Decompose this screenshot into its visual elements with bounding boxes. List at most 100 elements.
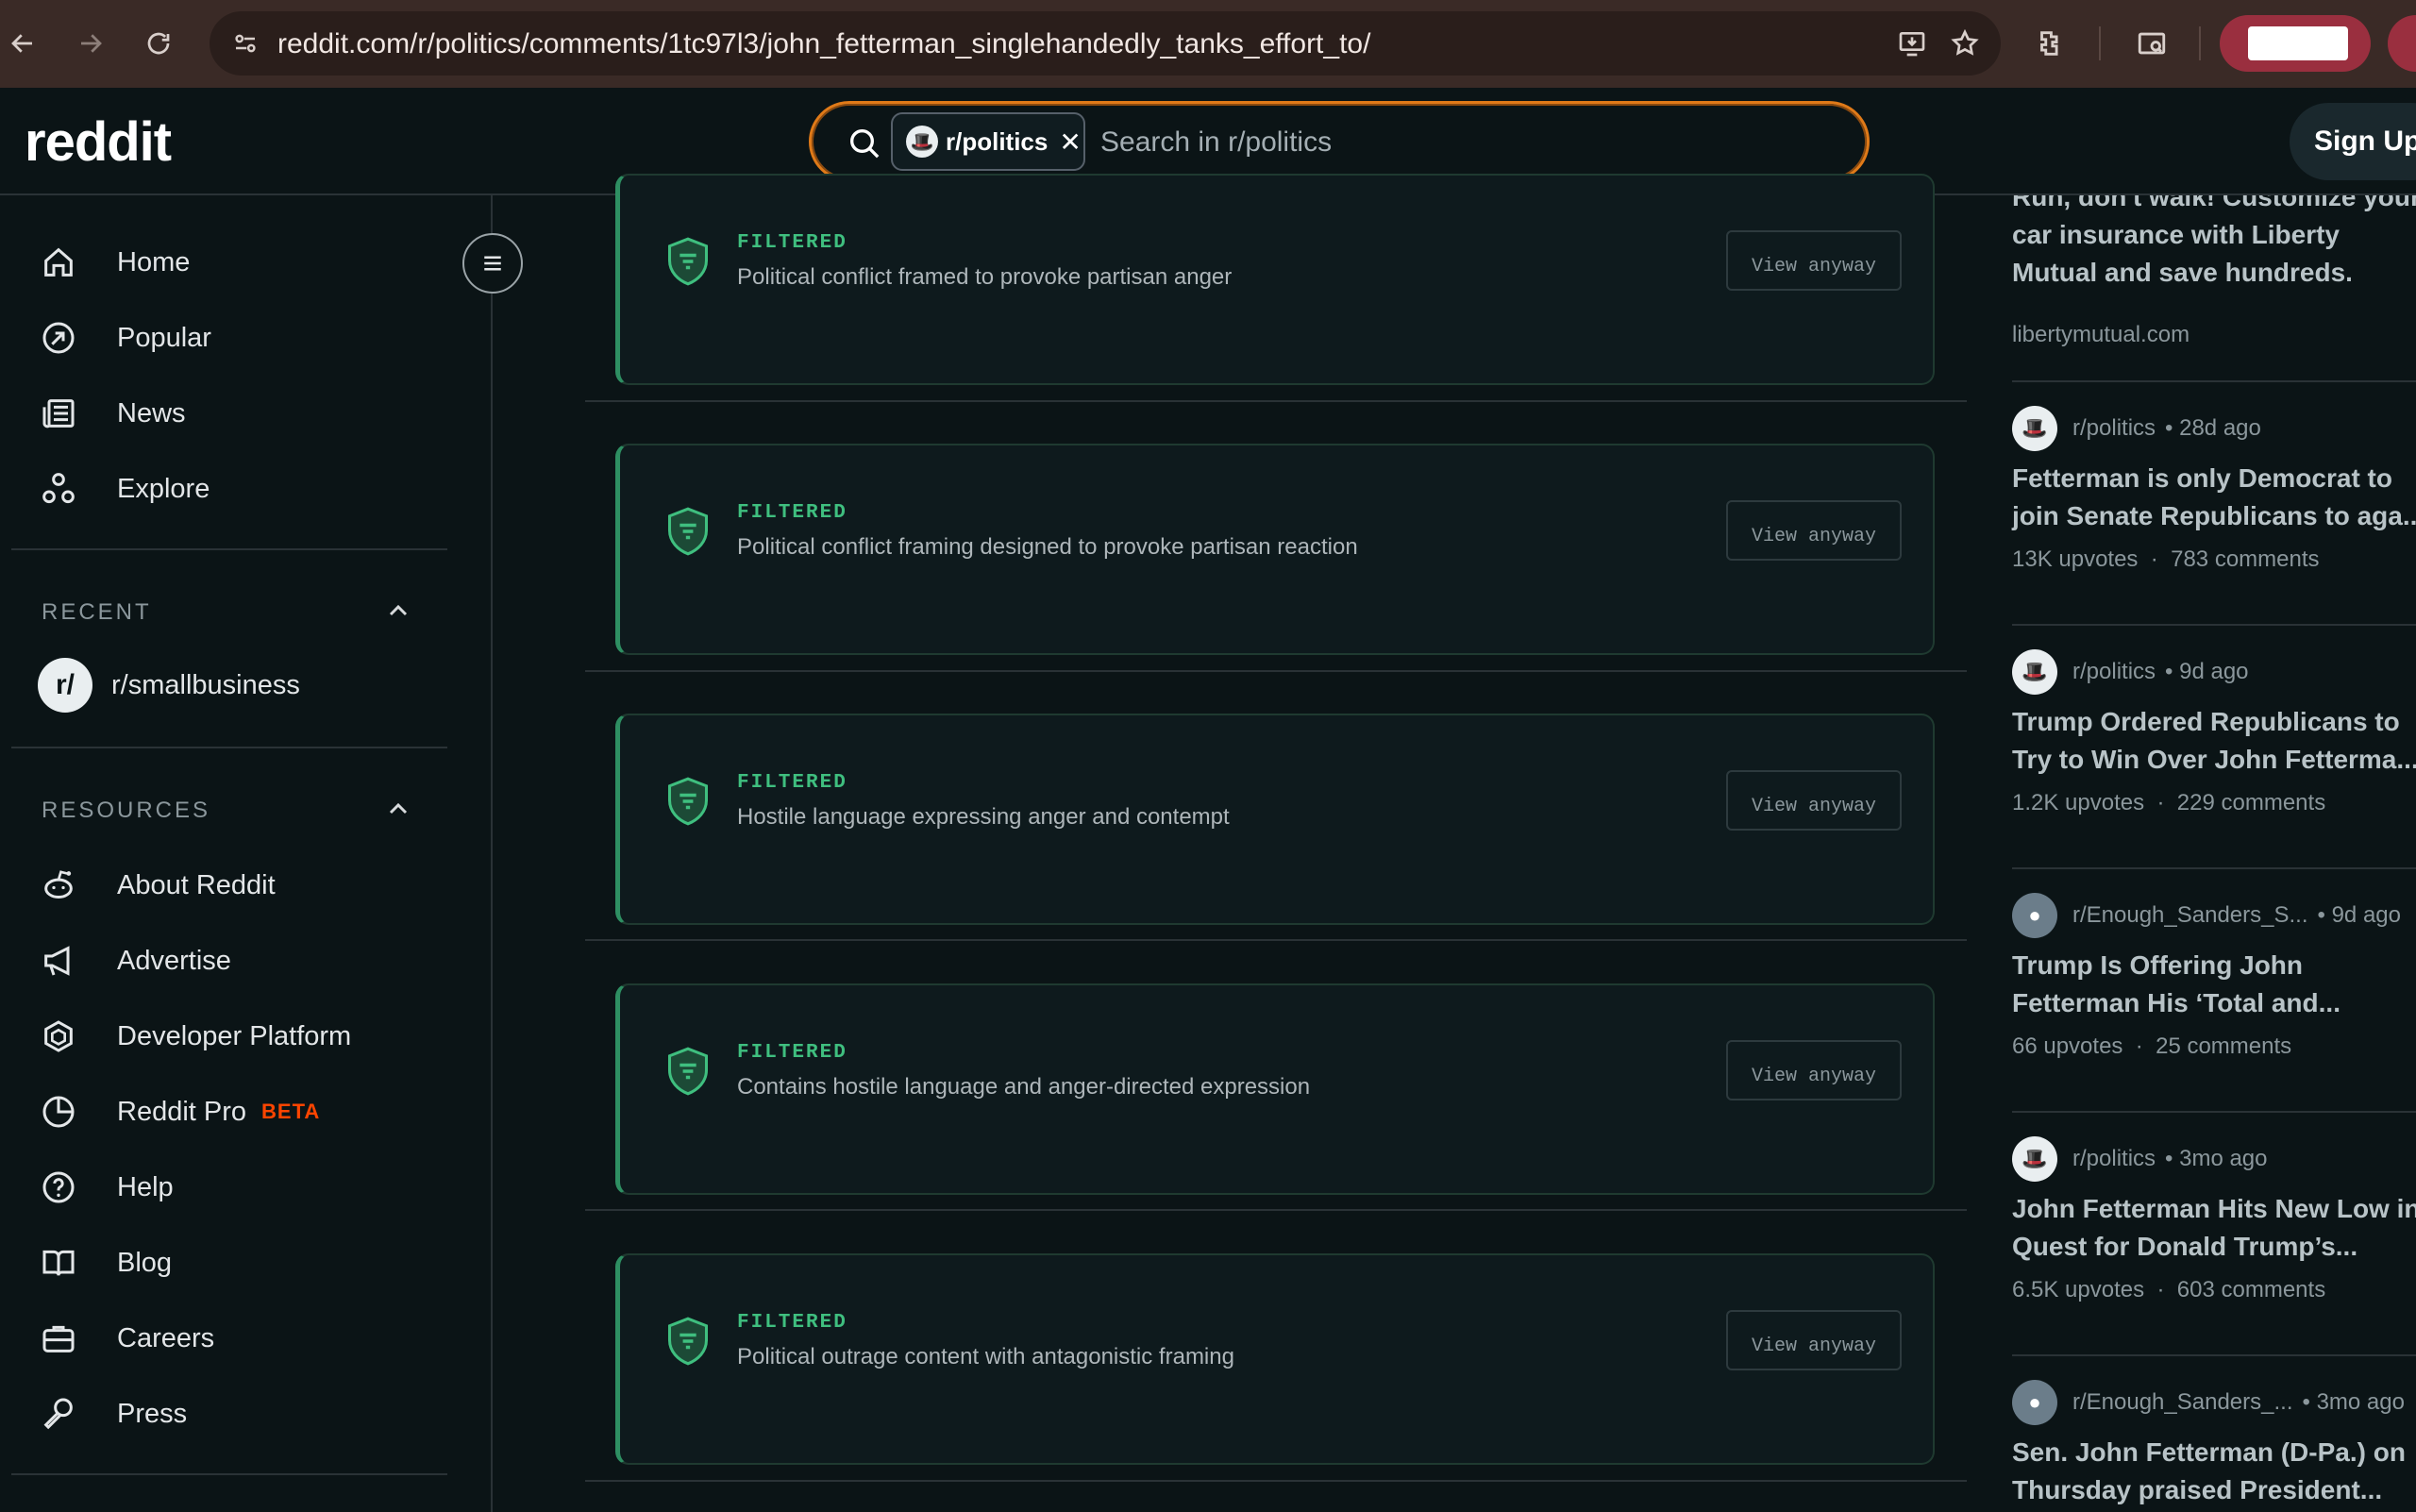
reload-icon[interactable] [136,21,181,66]
post-title[interactable]: Trump Ordered Republicans to Try to Win O… [2012,703,2416,779]
related-posts-sidebar: Run, don't walk! Customize your car insu… [1969,195,2416,1512]
sidebar-item-about-reddit[interactable]: About Reddit [38,856,434,915]
ad-headline[interactable]: Run, don't walk! Customize your car insu… [2012,195,2416,292]
subreddit-avatar: 🎩 [2012,1136,2057,1182]
shield-icon [667,1317,709,1366]
post-meta: ● r/Enough_Sanders_... • 3mo ago [2012,1379,2405,1426]
filter-reason: Political conflict framing designed to p… [737,534,1358,560]
close-icon[interactable]: ✕ [1059,126,1081,158]
post-subreddit[interactable]: r/politics [2072,659,2156,685]
post-subreddit[interactable]: r/Enough_Sanders_S... [2072,902,2308,929]
row-divider [585,400,1967,402]
post-divider [2012,380,2416,382]
book-icon [38,1242,79,1284]
install-app-icon[interactable] [1893,25,1931,62]
sidebar-divider [11,1473,447,1475]
toolbar-divider [2199,26,2201,60]
filter-reason: Political conflict framed to provoke par… [737,264,1233,290]
sidebar-item-help[interactable]: Help [38,1158,434,1217]
search-input[interactable]: Search in r/politics [1100,126,1332,159]
back-icon[interactable] [0,21,45,66]
post-stats: 13K upvotes · 783 comments [2012,546,2320,572]
reddit-alien-icon [38,865,79,906]
shield-icon [667,237,709,286]
menu-button[interactable] [2388,15,2416,72]
collapse-sidebar-button[interactable] [462,233,523,294]
news-icon [38,393,79,434]
sidebar-item-developer-platform[interactable]: Developer Platform [38,1007,434,1066]
post-divider [2012,624,2416,626]
profile-name-redacted [2248,26,2348,60]
search-bar[interactable]: 🎩 r/politics ✕ Search in r/politics [809,101,1870,182]
address-bar[interactable]: reddit.com/r/politics/comments/1tc97l3/j… [210,11,2001,76]
sign-up-button[interactable]: Sign Up [2290,103,2416,180]
row-divider [585,670,1967,672]
filtered-card: FILTERED Political outrage content with … [615,1253,1935,1465]
post-stats: 66 upvotes · 25 comments [2012,1033,2292,1059]
sidebar-item-smallbusiness[interactable]: r/ r/smallbusiness [38,656,434,714]
sidebar-item-popular[interactable]: Popular [38,309,434,367]
extensions-icon[interactable] [2027,21,2072,66]
chevron-up-icon[interactable] [383,794,413,824]
popular-icon [38,317,79,359]
bookmark-star-icon[interactable] [1946,25,1984,62]
filtered-tag: FILTERED [737,502,847,524]
reddit-logo[interactable]: reddit [25,110,172,174]
post-subreddit[interactable]: r/politics [2072,1146,2156,1172]
post-meta: 🎩 r/politics • 9d ago [2012,648,2249,696]
recent-section-title: RECENT [42,599,152,625]
sidebar-item-home[interactable]: Home [38,233,434,292]
sidebar-item-careers[interactable]: Careers [38,1309,434,1368]
view-anyway-button[interactable]: View anyway [1726,1040,1902,1100]
chevron-up-icon[interactable] [383,596,413,626]
sidebar-divider [11,747,447,748]
filtered-tag: FILTERED [737,232,847,254]
row-divider [585,1209,1967,1211]
subreddit-avatar: 🎩 [2012,649,2057,695]
sidebar-item-blog[interactable]: Blog [38,1234,434,1292]
search-scope-chip[interactable]: 🎩 r/politics ✕ [891,112,1085,171]
subreddit-avatar: 🎩 [2012,406,2057,451]
post-title[interactable]: Sen. John Fetterman (D-Pa.) on Thursday p… [2012,1434,2416,1509]
filtered-card: FILTERED Political conflict framing desi… [615,444,1935,655]
ad-domain[interactable]: libertymutual.com [2012,322,2190,348]
post-time: • 9d ago [2317,902,2401,928]
post-meta: 🎩 r/politics • 3mo ago [2012,1135,2268,1183]
subreddit-avatar: r/ [38,658,92,713]
profile-button[interactable] [2220,15,2371,72]
filtered-card: FILTERED Contains hostile language and a… [615,983,1935,1195]
filtered-tag: FILTERED [737,1042,847,1064]
filtered-card: FILTERED Hostile language expressing ang… [615,714,1935,925]
search-scope-label: r/politics [946,126,1049,156]
post-stats: 6.5K upvotes · 603 comments [2012,1277,2326,1302]
view-anyway-button[interactable]: View anyway [1726,770,1902,831]
left-sidebar: Home Popular News Explore RECENT r/ r/sm… [0,195,523,1512]
post-meta: ● r/Enough_Sanders_S... • 9d ago [2012,892,2401,939]
post-divider [2012,1354,2416,1356]
post-time: • 3mo ago [2165,1146,2268,1171]
tab-search-icon[interactable] [2129,21,2174,66]
sidebar-item-news[interactable]: News [38,384,434,443]
sidebar-item-press[interactable]: Press [38,1385,434,1443]
subreddit-avatar: ● [2012,893,2057,938]
sidebar-item-advertise[interactable]: Advertise [38,932,434,990]
sidebar-item-reddit-pro[interactable]: Reddit Pro BETA [38,1083,434,1141]
view-anyway-button[interactable]: View anyway [1726,1310,1902,1370]
microphone-icon [38,1393,79,1435]
post-title[interactable]: John Fetterman Hits New Low in Quest for … [2012,1190,2416,1266]
sidebar-item-explore[interactable]: Explore [38,460,434,518]
post-title[interactable]: Fetterman is only Democrat to join Senate… [2012,460,2416,535]
forward-icon[interactable] [68,21,113,66]
post-subreddit[interactable]: r/politics [2072,415,2156,442]
filtered-card: FILTERED Political conflict framed to pr… [615,174,1935,385]
post-title[interactable]: Trump Is Offering John Fetterman His ‘Tot… [2012,947,2416,1022]
post-divider [2012,867,2416,869]
filter-reason: Hostile language expressing anger and co… [737,804,1230,830]
row-divider [585,939,1967,941]
view-anyway-button[interactable]: View anyway [1726,230,1902,291]
view-anyway-button[interactable]: View anyway [1726,500,1902,561]
post-subreddit[interactable]: r/Enough_Sanders_... [2072,1389,2293,1416]
site-settings-icon[interactable] [226,25,264,62]
post-time: • 28d ago [2165,415,2261,441]
explore-icon [38,468,79,510]
